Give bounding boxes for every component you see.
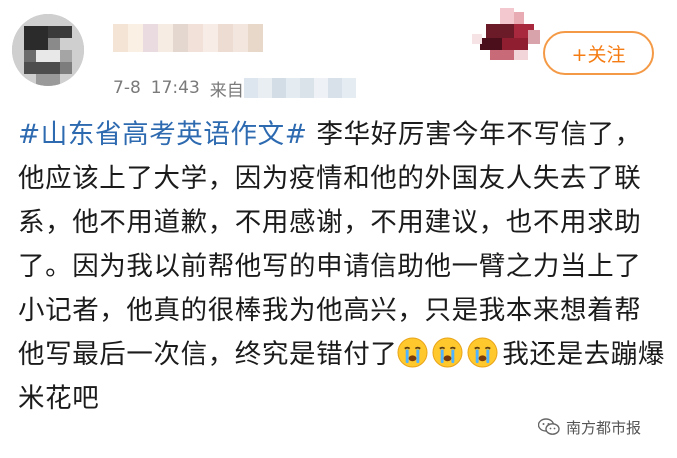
post-source-redacted: [243, 78, 356, 98]
wechat-icon: [538, 418, 560, 435]
watermark: 南方都市报: [538, 414, 641, 440]
watermark-label: 南方都市报: [566, 418, 642, 437]
post-date: 7-8: [113, 78, 141, 98]
crying-face-icon: [432, 337, 463, 368]
username-redacted[interactable]: [113, 24, 263, 52]
post-time: 17:43: [150, 78, 200, 98]
post-meta: 7-8 17:43 来自: [113, 76, 356, 101]
follow-button[interactable]: +关注: [543, 31, 654, 75]
post-text: 李华好厉害今年不写信了，他应该上了大学，因为疫情和他的外国友人失去了联系，他不用…: [18, 119, 642, 370]
avatar[interactable]: [12, 14, 84, 86]
crying-face-icon: [467, 337, 498, 368]
hashtag-link[interactable]: #山东省高考英语作文#: [18, 119, 308, 150]
decoration-ornament-icon: [472, 8, 540, 60]
crying-face-icon: [397, 337, 428, 368]
post-body: #山东省高考英语作文# 李华好厉害今年不写信了，他应该上了大学，因为疫情和他的外…: [18, 113, 668, 421]
emoji-group: [397, 337, 502, 370]
post-source-prefix: 来自: [209, 80, 244, 101]
